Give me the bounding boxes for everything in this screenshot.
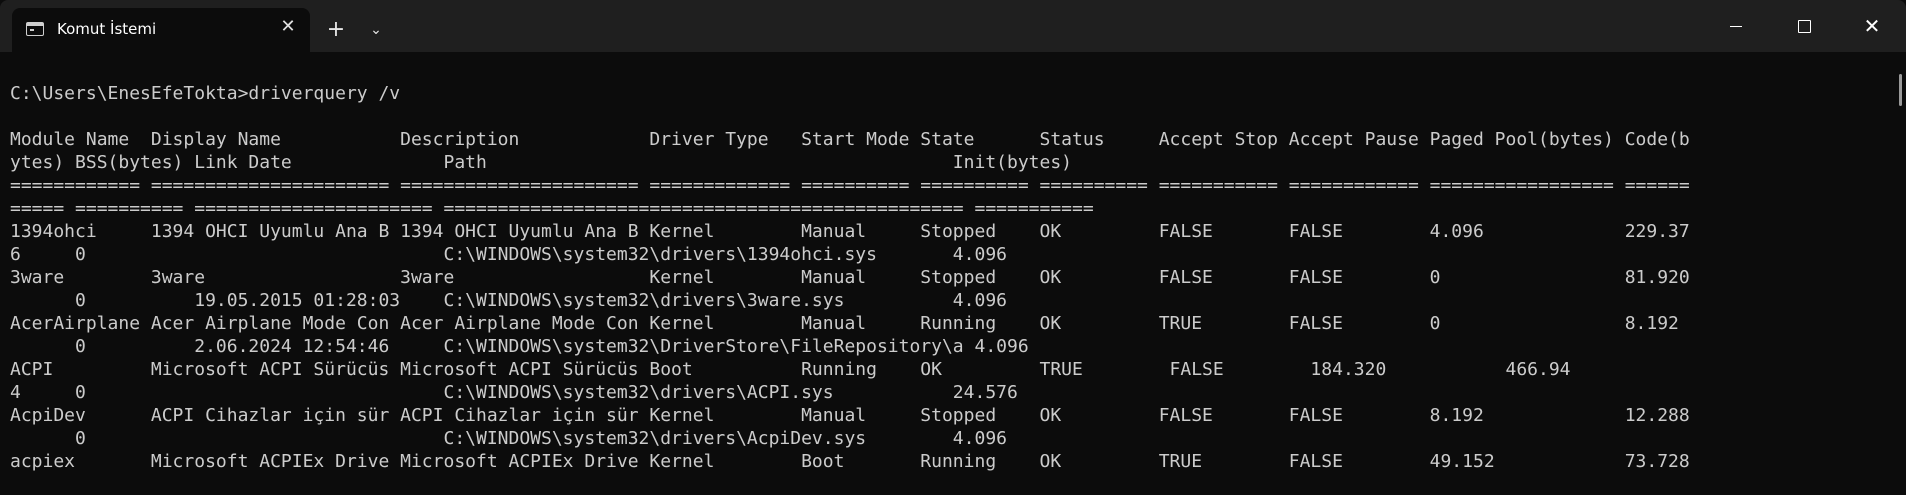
output-line: ============ ====================== ====… (10, 175, 1690, 196)
terminal-text: C:\Users\EnesEfeTokta>driverquery /v Mod… (10, 82, 1690, 473)
tab-title: Komut İstemi (57, 20, 157, 38)
tab-close-icon[interactable]: ✕ (278, 17, 298, 37)
output-line: Module Name Display Name Description Dri… (10, 129, 1690, 150)
window-controls: ✕ (1702, 0, 1906, 52)
output-line: ytes) BSS(bytes) Link Date Path Init(byt… (10, 152, 1073, 173)
output-lines: Module Name Display Name Description Dri… (10, 128, 1690, 473)
terminal-icon (26, 22, 44, 36)
output-line: 0 2.06.2024 12:54:46 C:\WINDOWS\system32… (10, 336, 1029, 357)
maximize-button[interactable] (1770, 0, 1838, 52)
output-line: 0 C:\WINDOWS\system32\drivers\AcpiDev.sy… (10, 428, 1007, 449)
output-line: ===== ========== ====================== … (10, 198, 1094, 219)
minimize-button[interactable] (1702, 0, 1770, 52)
output-line: 3ware 3ware 3ware Kernel Manual Stopped … (10, 267, 1690, 288)
terminal-window: Komut İstemi ✕ + ⌄ ✕ C:\Users\EnesEfeTok… (0, 0, 1906, 495)
chevron-down-icon[interactable]: ⌄ (362, 16, 390, 44)
output-line: ACPI Microsoft ACPI Sürücüs Microsoft AC… (10, 359, 1571, 380)
new-tab-button[interactable]: + (322, 16, 350, 44)
output-line: AcpiDev ACPI Cihazlar için sür ACPI Ciha… (10, 405, 1690, 426)
output-line: acpiex Microsoft ACPIEx Drive Microsoft … (10, 451, 1690, 472)
tab-command-prompt[interactable]: Komut İstemi ✕ (12, 8, 310, 52)
output-line: AcerAirplane Acer Airplane Mode Con Acer… (10, 313, 1679, 334)
output-line: 0 19.05.2015 01:28:03 C:\WINDOWS\system3… (10, 290, 1007, 311)
output-line: 1394ohci 1394 OHCI Uyumlu Ana B 1394 OHC… (10, 221, 1690, 242)
output-line: 4 0 C:\WINDOWS\system32\drivers\ACPI.sys… (10, 382, 1018, 403)
scrollbar-thumb[interactable] (1899, 74, 1902, 106)
minimize-icon (1730, 25, 1742, 27)
command-line: C:\Users\EnesEfeTokta>driverquery /v (10, 83, 401, 104)
terminal-output[interactable]: C:\Users\EnesEfeTokta>driverquery /v Mod… (0, 52, 1890, 495)
maximize-icon (1797, 19, 1811, 33)
title-bar: Komut İstemi ✕ + ⌄ ✕ (0, 0, 1906, 52)
close-button[interactable]: ✕ (1838, 0, 1906, 52)
output-line: 6 0 C:\WINDOWS\system32\drivers\1394ohci… (10, 244, 1007, 265)
scrollbar-track[interactable] (1892, 52, 1906, 495)
close-icon: ✕ (1863, 14, 1881, 38)
